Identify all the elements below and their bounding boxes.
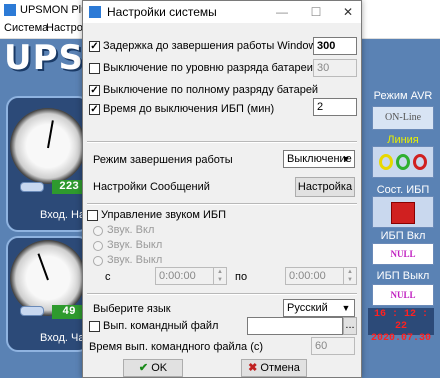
- command-file-checkbox[interactable]: [89, 321, 100, 332]
- separator: [87, 293, 357, 295]
- sound-on-radio[interactable]: [93, 226, 103, 236]
- sound-to-time-value: 0:00:00: [289, 270, 326, 282]
- language-select[interactable]: Русский ▼: [283, 299, 355, 317]
- maximize-icon[interactable]: ☐: [305, 3, 327, 21]
- avr-status: ON-Line: [372, 106, 434, 130]
- gauge-needle: [37, 253, 49, 281]
- command-time-input[interactable]: 60: [311, 337, 355, 355]
- dialog-titlebar: Настройки системы — ☐ ✕: [83, 1, 361, 23]
- time-from-label: с: [105, 271, 111, 283]
- spin-arrows-icon[interactable]: ▲ ▼: [343, 268, 356, 284]
- ups-on-label: ИБП Вкл: [380, 230, 426, 242]
- dialog-app-icon: [89, 6, 101, 18]
- voltage-readout: 223: [52, 180, 86, 194]
- ups-off-time-label: Время до выключения ИБП (мин): [103, 103, 275, 115]
- messages-settings-label: Настройки Сообщений: [93, 181, 210, 193]
- gauge-needle: [47, 120, 54, 149]
- separator: [87, 203, 357, 205]
- sound-control-label: Управление звуком ИБП: [101, 209, 227, 221]
- delay-shutdown-input[interactable]: 300: [313, 37, 357, 55]
- frequency-button[interactable]: [20, 306, 44, 316]
- battery-level-checkbox[interactable]: [89, 63, 100, 74]
- ok-button[interactable]: ✔ OK: [123, 359, 183, 377]
- line-ring-icon: [396, 154, 410, 170]
- ups-state-indicator[interactable]: [372, 196, 434, 228]
- ups-on-value: NULL: [372, 243, 434, 265]
- line-label: Линия: [387, 134, 419, 146]
- shutdown-mode-label: Режим завершения работы: [93, 154, 233, 166]
- ups-state-label: Сост. ИБП: [376, 184, 430, 196]
- language-label: Выберите язык: [93, 303, 171, 315]
- browse-button[interactable]: ...: [343, 317, 357, 335]
- spin-arrows-icon[interactable]: ▲ ▼: [213, 268, 226, 284]
- voltage-gauge: [10, 108, 86, 184]
- line-indicator: [372, 146, 434, 178]
- sound-off-radio-2[interactable]: [93, 256, 103, 266]
- command-file-path-input[interactable]: [247, 317, 343, 335]
- clock-date: 2020.07.30: [370, 333, 431, 344]
- command-time-label: Время вып. командного файла (с): [89, 341, 264, 353]
- sound-on-label: Звук. Вкл: [107, 224, 155, 236]
- clock: 16 : 12 : 22 2020.07.30: [368, 308, 434, 344]
- ups-power-icon: [391, 202, 415, 224]
- sound-to-time-input[interactable]: 0:00:00 ▲ ▼: [285, 267, 357, 285]
- sound-off-label-2: Звук. Выкл: [107, 254, 163, 266]
- minimize-icon[interactable]: —: [271, 3, 293, 21]
- language-value: Русский: [287, 302, 328, 314]
- cross-icon: ✖: [248, 362, 258, 374]
- check-icon: ✔: [138, 362, 149, 374]
- system-settings-dialog: Настройки системы — ☐ ✕ ✓ Задержка до за…: [82, 0, 362, 378]
- avr-mode-label: Режим AVR: [373, 90, 433, 102]
- battery-level-label: Выключение по уровню разряда батареи, %: [103, 62, 329, 74]
- ups-off-time-input[interactable]: 2: [313, 98, 357, 116]
- dialog-title: Настройки системы: [107, 5, 217, 19]
- full-discharge-checkbox[interactable]: ✓: [89, 85, 100, 96]
- line-ring-icon: [379, 154, 393, 170]
- ups-off-time-checkbox[interactable]: ✓: [89, 104, 100, 115]
- ups-off-value: NULL: [372, 284, 434, 306]
- ups-off-label: ИБП Выкл: [376, 270, 430, 282]
- full-discharge-label: Выключение по полному разряду батарей: [103, 84, 319, 96]
- messages-settings-button[interactable]: Настройка: [295, 177, 355, 197]
- close-icon[interactable]: ✕: [337, 3, 359, 21]
- menu-system[interactable]: Система: [4, 22, 48, 34]
- sound-off-label: Звук. Выкл: [107, 239, 163, 251]
- separator: [87, 141, 357, 143]
- delay-shutdown-label: Задержка до завершения работы Windows,с: [103, 40, 331, 52]
- sound-from-time-value: 0:00:00: [159, 270, 196, 282]
- time-to-label: по: [235, 271, 248, 283]
- voltage-button[interactable]: [20, 182, 44, 192]
- sound-off-radio[interactable]: [93, 241, 103, 251]
- frequency-readout: 49: [52, 305, 86, 319]
- battery-level-input[interactable]: 30: [313, 59, 357, 77]
- sound-control-checkbox[interactable]: [87, 210, 98, 221]
- cancel-label: Отмена: [260, 362, 300, 374]
- delay-shutdown-checkbox[interactable]: ✓: [89, 41, 100, 52]
- shutdown-mode-select[interactable]: Выключение ▼: [283, 150, 355, 168]
- line-ring-icon: [413, 154, 427, 170]
- sound-from-time-input[interactable]: 0:00:00 ▲ ▼: [155, 267, 227, 285]
- app-icon: [4, 4, 16, 16]
- ok-label: OK: [151, 362, 168, 374]
- chevron-down-icon: ▼: [341, 154, 351, 164]
- command-file-label: Вып. командный файл: [103, 320, 219, 332]
- chevron-down-icon: ▼: [341, 303, 351, 313]
- clock-time: 16 : 12 : 22: [373, 309, 428, 332]
- cancel-button[interactable]: ✖ Отмена: [241, 359, 307, 377]
